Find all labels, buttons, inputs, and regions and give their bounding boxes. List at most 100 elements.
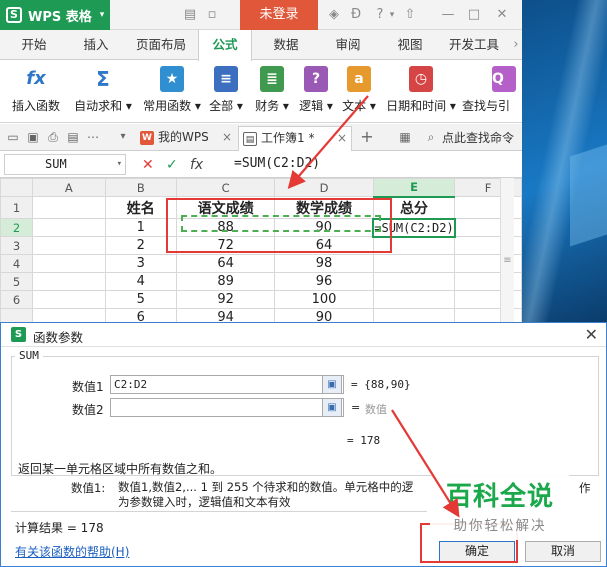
chevron-right-icon[interactable]: ›: [508, 37, 522, 53]
cell[interactable]: 98: [274, 254, 374, 273]
tab-insert[interactable]: 插入: [76, 30, 116, 60]
date-time-button[interactable]: ◷ 日期和时间 ▾: [384, 63, 458, 121]
row-header[interactable]: 5: [0, 272, 34, 291]
tab-workbook[interactable]: ▤ 工作簿1 * ×: [238, 126, 352, 151]
common-functions-button[interactable]: ★ 常用函数 ▾: [140, 63, 204, 121]
vertical-scrollbar[interactable]: ≡: [500, 178, 514, 322]
lookup-button[interactable]: Q 查找与引: [462, 63, 522, 121]
arg2-label: 数值2: [72, 403, 104, 417]
name-box[interactable]: SUM ▾: [4, 154, 126, 175]
wps-window: S WPS 表格 ▾ ▤ ▫ 未登录 ◈ Ð ? ▾ ⇧ — □ ✕ 开始 插入…: [0, 0, 522, 322]
confirm-icon[interactable]: ✓: [166, 156, 178, 174]
cell[interactable]: [32, 254, 106, 273]
col-header-c[interactable]: C: [175, 178, 276, 197]
cell[interactable]: [32, 272, 106, 291]
corner-cell[interactable]: [0, 178, 34, 197]
arg1-input[interactable]: C2:D2: [110, 375, 344, 394]
print-preview-icon[interactable]: ⎙: [46, 130, 60, 144]
cancel-icon[interactable]: ✕: [142, 156, 154, 174]
cell[interactable]: 6: [104, 308, 177, 322]
cell[interactable]: 5: [104, 290, 177, 309]
doc-tab-label: 工作簿1 *: [261, 131, 315, 145]
login-button[interactable]: 未登录: [240, 0, 318, 30]
cell[interactable]: 92: [175, 290, 276, 309]
cell[interactable]: 94: [175, 308, 276, 322]
logic-button[interactable]: ? 逻辑 ▾: [296, 63, 336, 121]
tab-formula[interactable]: 公式: [198, 30, 252, 61]
cell[interactable]: 4: [104, 272, 177, 291]
close-icon[interactable]: ✕: [494, 7, 510, 23]
col-header-b[interactable]: B: [104, 178, 177, 197]
formula-input[interactable]: =SUM(C2:D2): [234, 156, 320, 171]
cell[interactable]: [372, 272, 456, 291]
cell[interactable]: [32, 308, 106, 322]
help-link[interactable]: 有关该函数的帮助(H): [15, 543, 129, 560]
tab-developer[interactable]: 开发工具: [444, 30, 504, 60]
autosum-button[interactable]: Σ 自动求和 ▾: [70, 63, 136, 121]
save-cloud-icon[interactable]: ▤: [182, 7, 198, 23]
search-icon[interactable]: ⌕: [424, 130, 438, 144]
col-header-a[interactable]: A: [32, 178, 106, 197]
range-picker-icon[interactable]: ▣: [322, 375, 342, 394]
cell[interactable]: [372, 290, 456, 309]
row-header[interactable]: [0, 308, 34, 322]
more-icon[interactable]: ⋯: [86, 130, 100, 144]
cell[interactable]: 89: [175, 272, 276, 291]
range-picker-icon[interactable]: ▣: [322, 398, 342, 417]
cell[interactable]: [372, 308, 456, 322]
arg-description-line1: 数值1,数值2,... 1 到 255 个待求和的数值。单元格中的逻: [118, 480, 414, 494]
app-menu-button[interactable]: S WPS 表格 ▾: [0, 0, 110, 30]
row-header[interactable]: 3: [0, 236, 34, 255]
text-button[interactable]: a 文本 ▾: [338, 63, 380, 121]
insert-function-button[interactable]: fx 插入函数: [4, 63, 68, 121]
cell[interactable]: [32, 290, 106, 309]
cancel-button[interactable]: 取消: [525, 541, 601, 562]
cell[interactable]: [372, 254, 456, 273]
shield-icon[interactable]: ◈: [326, 7, 342, 23]
command-search-input[interactable]: 点此查找命令: [442, 129, 514, 146]
cell[interactable]: 64: [175, 254, 276, 273]
window-icon[interactable]: ▫: [204, 7, 220, 23]
all-functions-button[interactable]: ≡ 全部 ▾: [206, 63, 246, 121]
folder-icon[interactable]: ▭: [6, 130, 20, 144]
cell[interactable]: [32, 196, 106, 219]
cell[interactable]: [32, 236, 106, 255]
close-icon[interactable]: ×: [222, 126, 232, 149]
close-icon[interactable]: ✕: [585, 325, 598, 344]
cell[interactable]: 3: [104, 254, 177, 273]
scroll-thumb[interactable]: ≡: [503, 256, 512, 272]
col-header-d[interactable]: D: [274, 178, 374, 197]
tab-data[interactable]: 数据: [264, 30, 308, 60]
watermark-title: 百科全说: [445, 482, 554, 512]
maximize-icon[interactable]: □: [466, 7, 482, 23]
cell[interactable]: [32, 218, 106, 237]
d-menu-icon[interactable]: Ð: [348, 7, 364, 23]
add-tab-icon[interactable]: +: [360, 129, 374, 145]
save-icon[interactable]: ▣: [26, 130, 40, 144]
tab-start[interactable]: 开始: [14, 30, 54, 60]
watermark: 百科全说 助你轻松解决: [430, 470, 570, 540]
chevron-down-icon[interactable]: ▾: [116, 130, 130, 144]
col-header-e[interactable]: E: [372, 178, 456, 198]
layout-icon[interactable]: ▦: [398, 130, 412, 144]
tab-page-layout[interactable]: 页面布局: [130, 30, 192, 60]
close-icon[interactable]: ×: [337, 127, 347, 150]
upload-icon[interactable]: ⇧: [402, 7, 418, 23]
tab-review[interactable]: 审阅: [326, 30, 370, 60]
arg2-input[interactable]: [110, 398, 344, 417]
cell[interactable]: 90: [274, 308, 374, 322]
function-description: 返回某一单元格区域中所有数值之和。: [18, 462, 223, 476]
tab-view[interactable]: 视图: [388, 30, 432, 60]
cell[interactable]: 100: [274, 290, 374, 309]
fx-icon[interactable]: fx: [190, 156, 203, 174]
print-icon[interactable]: ▤: [66, 130, 80, 144]
finance-button[interactable]: ≣ 财务 ▾: [250, 63, 294, 121]
tab-my-wps[interactable]: W 我的WPS ×: [136, 126, 236, 151]
minimize-icon[interactable]: —: [440, 7, 456, 23]
cell[interactable]: 96: [274, 272, 374, 291]
row-header[interactable]: 4: [0, 254, 34, 273]
chevron-down-icon[interactable]: ▾: [384, 7, 400, 23]
row-header[interactable]: 6: [0, 290, 34, 309]
row-header[interactable]: 2: [0, 218, 34, 237]
row-header[interactable]: 1: [0, 196, 34, 219]
